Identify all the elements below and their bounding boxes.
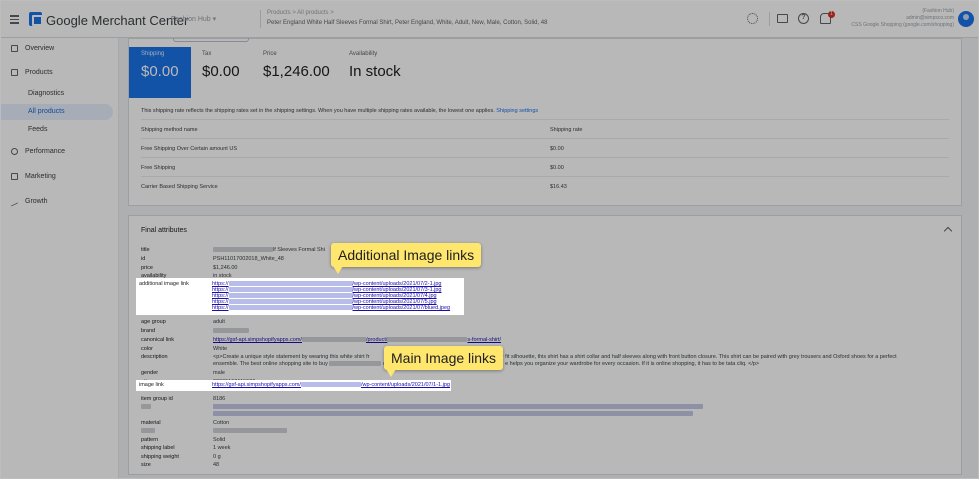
redacted-block: [300, 382, 361, 388]
link-text[interactable]: /wp-content/uploads/2021/07/blued.jpeg: [353, 305, 451, 311]
additional-image-link-highlight: additional image link https:// /wp-conten…: [136, 278, 464, 315]
link-text[interactable]: https://: [212, 305, 229, 311]
attr-key: additional image link: [139, 281, 189, 287]
redacted-block: [228, 281, 353, 287]
callout-main-image-links: Main Image links: [384, 346, 504, 377]
main-image-link[interactable]: https://gsf-api.simpshopifyapps.com/ /wp-…: [212, 382, 450, 388]
link-text[interactable]: /wp-content/uploads/2021/07/1-1.jpg: [361, 382, 450, 388]
additional-image-link[interactable]: https:// /wp-content/uploads/2021/07/blue…: [212, 305, 450, 311]
app-window: Google Merchant Center Fashion Hub ▾ Pro…: [0, 0, 979, 479]
redacted-block: [228, 293, 353, 299]
redacted-block: [228, 305, 353, 311]
callout-additional-image-links: Additional Image links: [331, 243, 482, 274]
redacted-block: [228, 299, 353, 305]
redacted-block: [228, 287, 353, 293]
main-image-link-highlight: image link https://gsf-api.simpshopifyap…: [136, 380, 451, 391]
dim-overlay: [1, 1, 978, 478]
link-text[interactable]: https://gsf-api.simpshopifyapps.com/: [212, 382, 301, 388]
attr-key: image link: [139, 382, 164, 388]
